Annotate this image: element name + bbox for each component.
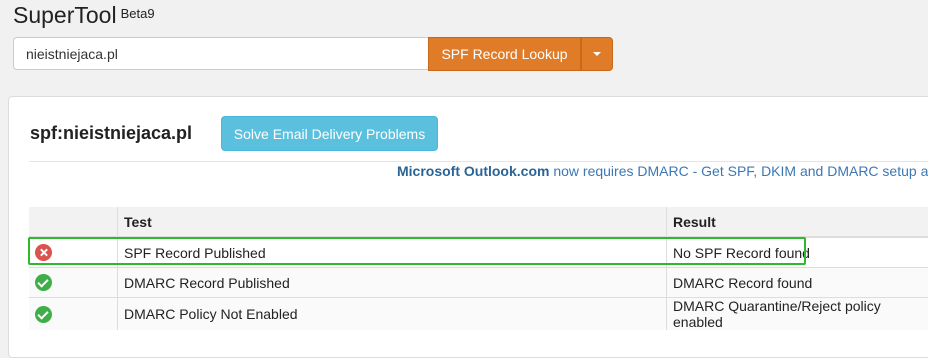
notice-text: now requires DMARC - Get SPF, DKIM and D…: [549, 163, 928, 179]
test-cell: SPF Record Published: [118, 237, 667, 268]
result-cell: DMARC Record found: [667, 268, 928, 298]
lookup-dropdown-button[interactable]: [581, 37, 613, 71]
test-cell: DMARC Record Published: [118, 268, 667, 298]
table-header-row: Test Result: [29, 207, 928, 237]
x-circle-icon: [35, 244, 52, 261]
caret-down-icon: [593, 52, 601, 56]
check-circle-icon: [35, 306, 52, 323]
status-cell: [29, 237, 118, 268]
check-circle-icon: [35, 274, 52, 291]
header-result: Result: [667, 207, 928, 237]
app-brand: SuperTool Beta9: [13, 2, 155, 29]
results-table: Test Result SPF Record Published No SPF …: [29, 207, 928, 330]
version-badge: Beta9: [121, 6, 155, 21]
status-cell: [29, 268, 118, 298]
table-row: DMARC Policy Not Enabled DMARC Quarantin…: [29, 298, 928, 331]
domain-search-input[interactable]: [13, 37, 428, 70]
spf-lookup-button[interactable]: SPF Record Lookup: [428, 37, 581, 71]
divider: [29, 161, 928, 162]
result-cell: DMARC Quarantine/Reject policy enabled: [667, 298, 928, 331]
table-row: DMARC Record Published DMARC Record foun…: [29, 268, 928, 298]
table-row: SPF Record Published No SPF Record found: [29, 237, 928, 268]
solve-delivery-button[interactable]: Solve Email Delivery Problems: [221, 116, 438, 151]
result-cell: No SPF Record found: [667, 237, 928, 268]
header-test: Test: [118, 207, 667, 237]
dmarc-notice[interactable]: Microsoft Outlook.com now requires DMARC…: [397, 163, 928, 179]
domain-title: spf:nieistniejaca.pl: [30, 123, 192, 144]
outlook-link[interactable]: Microsoft Outlook.com: [397, 163, 549, 179]
test-cell: DMARC Policy Not Enabled: [118, 298, 667, 331]
status-cell: [29, 298, 118, 331]
app-name: SuperTool: [13, 2, 117, 28]
header-icon: [29, 207, 118, 237]
